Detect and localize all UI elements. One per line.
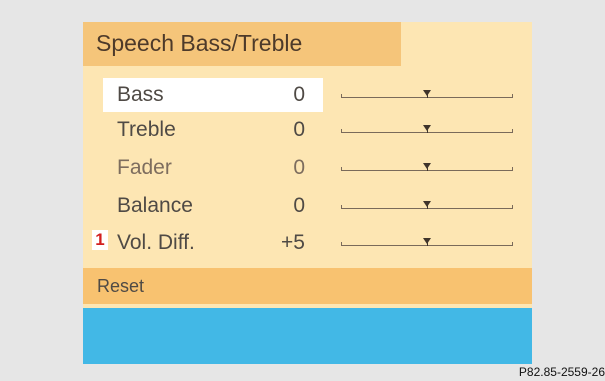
- menu-item-value: 0: [293, 156, 305, 179]
- reset-label: Reset: [97, 276, 145, 296]
- fader-slider[interactable]: [341, 159, 513, 173]
- treble-slider[interactable]: [341, 121, 513, 135]
- reset-button[interactable]: Reset: [83, 268, 532, 304]
- slider-thumb[interactable]: [423, 201, 431, 207]
- title-bar: Speech Bass/Treble: [83, 22, 401, 66]
- menu-item-bass[interactable]: Bass 0: [103, 78, 323, 112]
- slider-thumb[interactable]: [423, 238, 431, 244]
- slider-thumb[interactable]: [423, 90, 431, 96]
- menu-item-value: 0: [293, 118, 305, 141]
- menu-item-treble[interactable]: Treble 0: [103, 113, 323, 147]
- balance-slider[interactable]: [341, 197, 513, 211]
- bass-slider[interactable]: [341, 86, 513, 100]
- menu-item-value: 0: [293, 194, 305, 217]
- figure-caption: P82.85-2559-26: [518, 365, 605, 379]
- vol-diff-slider[interactable]: [341, 234, 513, 248]
- menu-item-balance[interactable]: Balance 0: [103, 189, 323, 223]
- slider-thumb[interactable]: [423, 125, 431, 131]
- menu-item-label: Treble: [117, 118, 176, 141]
- menu-item-label: Fader: [117, 156, 172, 179]
- status-bar: [83, 308, 532, 364]
- slider-thumb[interactable]: [423, 163, 431, 169]
- menu-item-value: +5: [281, 231, 305, 254]
- menu-item-vol-diff[interactable]: Vol. Diff. +5: [103, 226, 323, 260]
- menu-item-value: 0: [293, 83, 305, 106]
- menu-item-fader[interactable]: Fader 0: [103, 151, 323, 185]
- menu-screen: Speech Bass/Treble Bass 0 Treble 0 Fader…: [83, 22, 532, 364]
- menu-item-label: Bass: [117, 83, 164, 106]
- menu-title: Speech Bass/Treble: [96, 30, 303, 56]
- menu-item-label: Vol. Diff.: [117, 231, 195, 254]
- menu-item-label: Balance: [117, 194, 193, 217]
